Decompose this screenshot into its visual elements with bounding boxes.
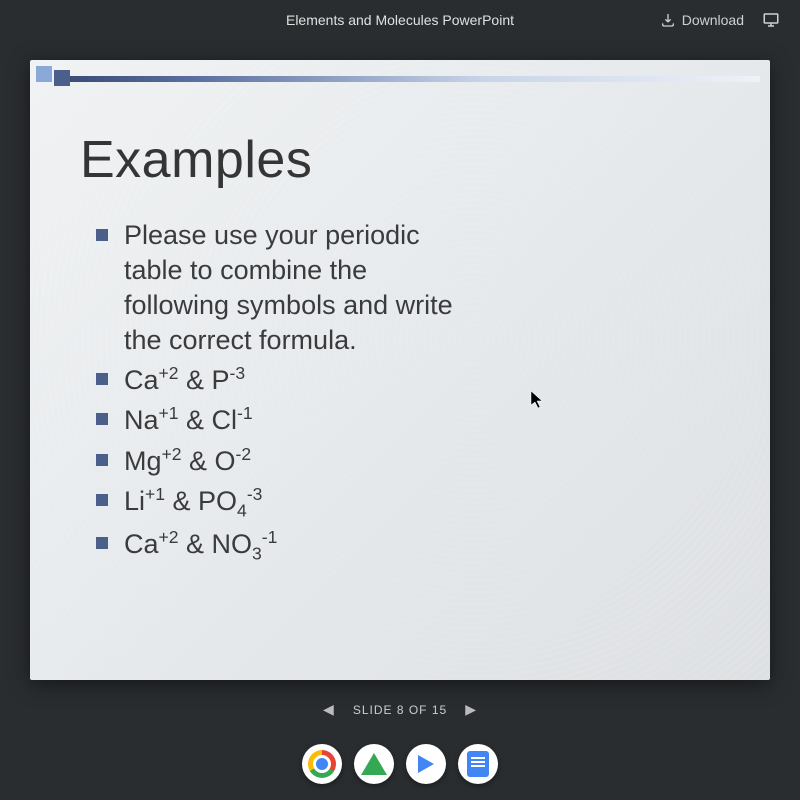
docs-icon[interactable] bbox=[458, 744, 498, 784]
slide-canvas: Examples Please use your periodic table … bbox=[30, 60, 770, 680]
download-button[interactable]: Download bbox=[660, 12, 744, 28]
slide-counter: SLIDE 8 OF 15 bbox=[353, 703, 447, 717]
prev-slide-button[interactable]: ◀ bbox=[323, 701, 335, 718]
os-taskbar bbox=[0, 744, 800, 784]
viewer-top-bar: Elements and Molecules PowerPoint Downlo… bbox=[0, 0, 800, 40]
chrome-icon[interactable] bbox=[302, 744, 342, 784]
play-store-icon[interactable] bbox=[406, 744, 446, 784]
top-bar-actions: Download bbox=[660, 11, 780, 29]
download-label: Download bbox=[682, 12, 744, 28]
next-slide-button[interactable]: ▶ bbox=[465, 701, 477, 718]
download-icon bbox=[660, 12, 676, 28]
slide-bullet-list: Please use your periodic table to combin… bbox=[96, 218, 456, 565]
drive-icon[interactable] bbox=[354, 744, 394, 784]
bullet-item: Ca+2 & P-3 bbox=[96, 362, 456, 398]
slide-corner-decoration bbox=[36, 66, 70, 86]
slide-navigator: ◀ SLIDE 8 OF 15 ▶ bbox=[0, 701, 800, 718]
bullet-item: Na+1 & Cl-1 bbox=[96, 402, 456, 438]
document-title: Elements and Molecules PowerPoint bbox=[286, 12, 514, 28]
bullet-item: Please use your periodic table to combin… bbox=[96, 218, 456, 358]
slide-content: Examples Please use your periodic table … bbox=[30, 60, 770, 589]
slide-title: Examples bbox=[80, 130, 730, 190]
bullet-item: Ca+2 & NO3-1 bbox=[96, 526, 456, 565]
mouse-cursor-icon bbox=[530, 390, 546, 415]
slide-title-rule bbox=[70, 76, 760, 82]
bullet-item: Li+1 & PO4-3 bbox=[96, 483, 456, 522]
present-icon[interactable] bbox=[762, 11, 780, 29]
bullet-item: Mg+2 & O-2 bbox=[96, 443, 456, 479]
